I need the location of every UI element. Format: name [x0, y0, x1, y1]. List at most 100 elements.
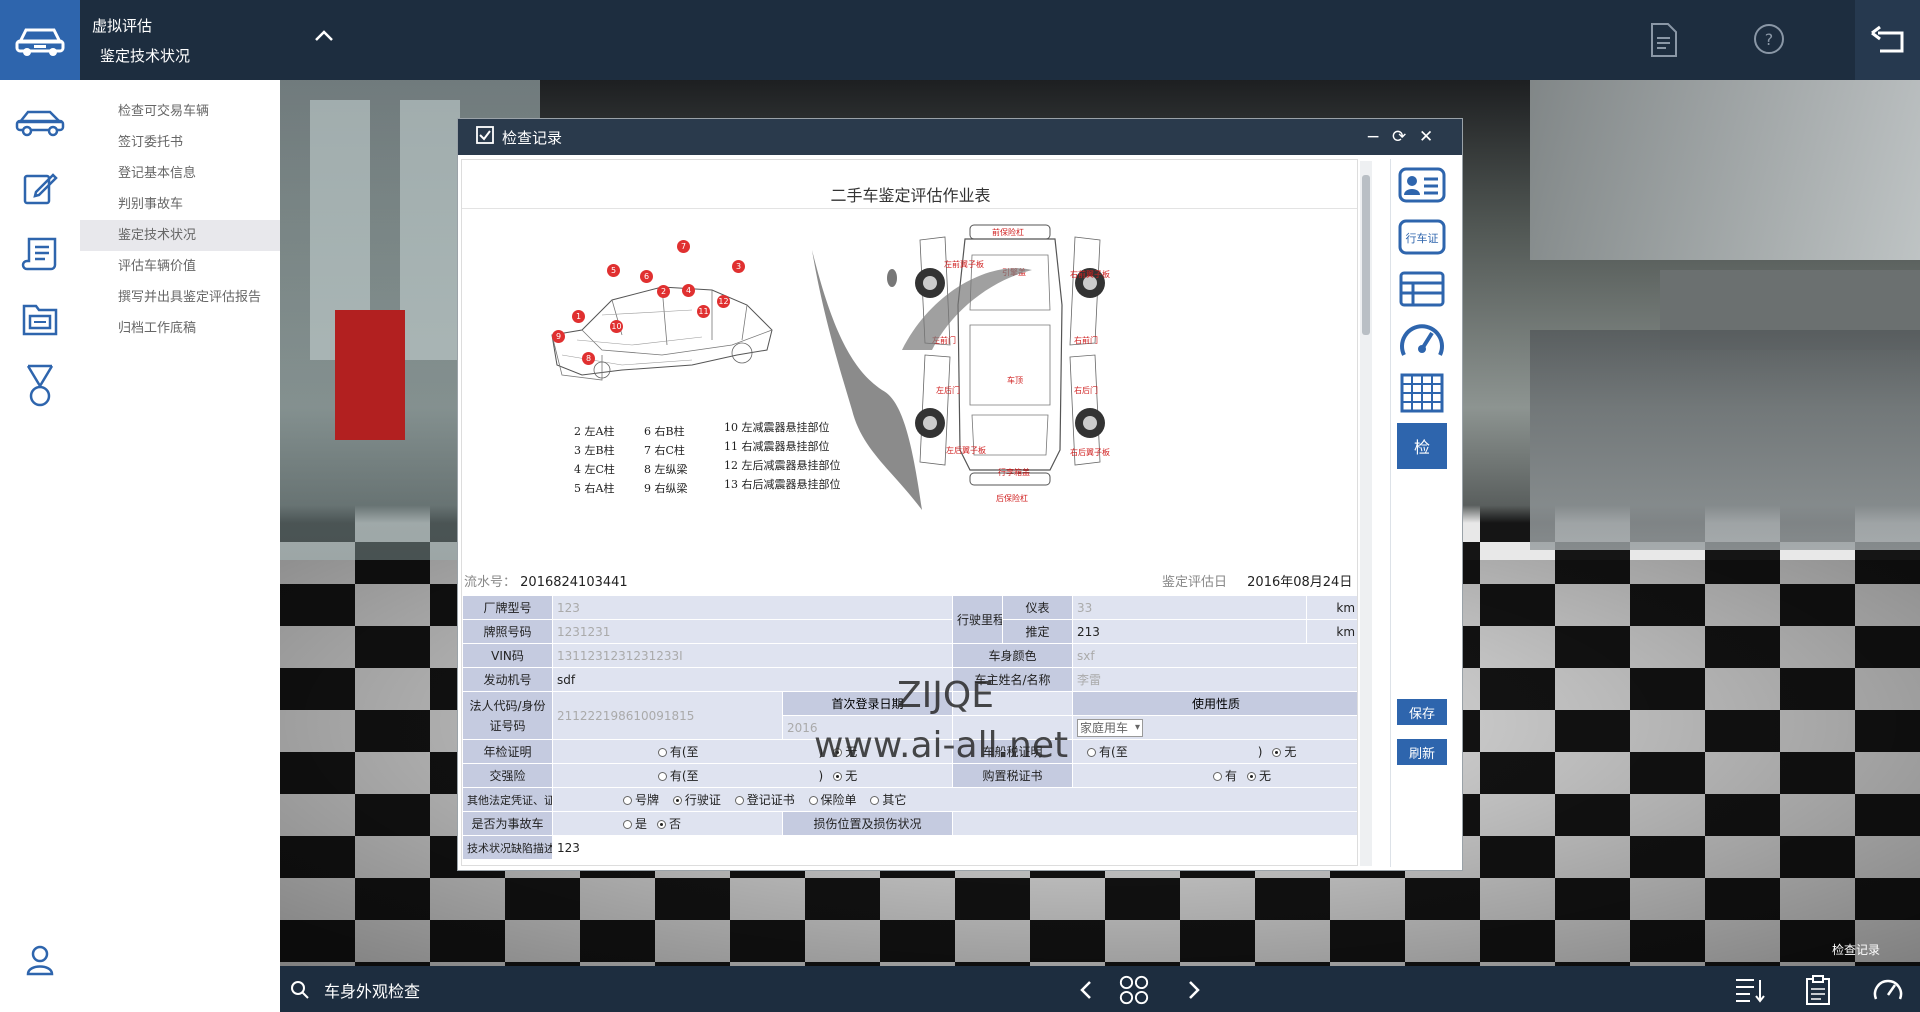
other-policy-radio[interactable] [808, 796, 818, 805]
edit-icon[interactable] [12, 164, 68, 212]
damage-marker[interactable]: 6 [640, 270, 653, 283]
archive-folder-icon[interactable] [12, 296, 68, 344]
mileage-label: 行驶里程 [952, 595, 1004, 644]
damage-marker[interactable]: 12 [717, 295, 730, 308]
car-part-label[interactable]: 右后翼子板 [1070, 448, 1110, 458]
top-bar: 虚拟评估 鉴定技术状况 ? [0, 0, 1920, 80]
chevron-up-icon[interactable] [313, 28, 335, 48]
dialog-title: 检查记录 [502, 128, 563, 147]
sidebar-item-archive[interactable]: 归档工作底稿 [80, 313, 280, 344]
medal-icon[interactable] [12, 362, 68, 410]
id-card-icon[interactable] [1397, 163, 1447, 207]
damage-marker[interactable]: 5 [607, 264, 620, 277]
damage-marker[interactable]: 1 [572, 310, 585, 323]
car-part-label[interactable]: 右前门 [1074, 336, 1098, 346]
vin-field[interactable]: 1311231231231233I [551, 643, 954, 668]
restore-icon[interactable]: ⟳ [1392, 127, 1406, 147]
car-part-label[interactable]: 右前翼子板 [1070, 270, 1110, 280]
sidebar-item-sign-entrust[interactable]: 签订委托书 [80, 127, 280, 158]
scene-workbench [1530, 330, 1920, 550]
sidebar-item-identify-accident[interactable]: 判别事故车 [80, 189, 280, 220]
close-icon[interactable]: ✕ [1419, 127, 1433, 147]
help-icon[interactable]: ? [1752, 22, 1786, 60]
annual-label: 年检证明 [462, 739, 553, 764]
purchase-none-radio[interactable] [1247, 772, 1257, 781]
accident-yes-text: 是 [635, 817, 648, 831]
tax-has-radio[interactable] [1087, 748, 1097, 757]
legend-item: 10 左减震器悬挂部位 [724, 421, 830, 434]
page-subtitle: 鉴定技术状况 [100, 47, 191, 65]
damage-marker[interactable]: 3 [732, 260, 745, 273]
purchase-none-text: 无 [1259, 769, 1272, 783]
insure-has-radio[interactable] [657, 772, 667, 781]
other-license-text: 行驶证 [684, 793, 721, 807]
damage-marker[interactable]: 2 [657, 285, 670, 298]
grid-dots-icon[interactable] [1118, 974, 1150, 1006]
purchase-has-radio[interactable] [1213, 772, 1223, 781]
search-icon[interactable] [290, 980, 310, 1004]
speedometer-check-icon[interactable] [1872, 974, 1904, 1006]
save-button[interactable]: 保存 [1397, 699, 1447, 725]
purchase-tax-label: 购置税证书 [952, 763, 1074, 788]
color-label: 车身颜色 [952, 643, 1074, 668]
user-icon[interactable] [12, 936, 68, 984]
model-label: 厂牌型号 [462, 595, 553, 620]
accident-yes-radio[interactable] [623, 820, 632, 829]
damage-marker[interactable]: 8 [582, 352, 595, 365]
annual-has-radio[interactable] [657, 748, 667, 757]
scrollbar-thumb[interactable] [1362, 175, 1370, 335]
estimate-field[interactable]: 213 [1072, 619, 1308, 644]
model-field[interactable]: 123 [551, 595, 954, 620]
estimate-unit: km [1306, 619, 1357, 644]
checkbox-icon [476, 126, 494, 148]
table-list-icon[interactable] [1397, 267, 1447, 311]
scene-record-label: 检查记录 [1831, 943, 1880, 957]
car-part-label[interactable]: 前保险杠 [992, 228, 1024, 238]
damage-marker[interactable]: 7 [677, 240, 690, 253]
owner-field[interactable]: 李雷 [1072, 667, 1357, 692]
driving-license-icon[interactable]: 行车证 [1397, 215, 1447, 259]
car-check-icon[interactable] [12, 98, 68, 146]
sidebar-item-tech-condition[interactable]: 鉴定技术状况 [80, 220, 280, 251]
tax-none-radio[interactable] [1272, 748, 1282, 757]
engine-field[interactable]: sdf [551, 667, 954, 692]
legal-id-field[interactable]: 211222198610091815 [552, 691, 783, 740]
speedometer-icon[interactable] [1397, 319, 1447, 363]
other-license-radio[interactable] [672, 796, 682, 805]
chevron-right-icon[interactable] [1178, 974, 1210, 1006]
damage-marker[interactable]: 11 [697, 305, 710, 318]
clipboard-icon[interactable] [1802, 974, 1834, 1006]
refresh-button[interactable]: 刷新 [1397, 739, 1447, 765]
plate-field[interactable]: 1231231 [551, 619, 954, 644]
sort-list-icon[interactable] [1734, 974, 1766, 1006]
insure-none-radio[interactable] [833, 772, 843, 781]
scroll-document-icon[interactable] [12, 230, 68, 278]
minimize-icon[interactable]: − [1366, 127, 1380, 147]
sidebar-item-check-vehicle[interactable]: 检查可交易车辆 [80, 96, 280, 127]
back-icon[interactable] [1855, 0, 1920, 80]
document-export-icon[interactable] [1648, 22, 1682, 62]
damage-marker[interactable]: 10 [610, 320, 623, 333]
other-plate-radio[interactable] [623, 796, 632, 805]
meter-field[interactable]: 33 [1072, 595, 1308, 620]
other-else-text: 其它 [882, 793, 907, 807]
chevron-left-icon[interactable] [1070, 974, 1102, 1006]
usage-select[interactable]: 家庭用车 [1077, 718, 1144, 737]
car-logo-icon[interactable] [0, 0, 80, 80]
damage-marker[interactable]: 4 [682, 284, 695, 297]
color-field[interactable]: sxf [1072, 643, 1357, 668]
sheet-scrollbar[interactable] [1360, 161, 1372, 866]
accident-no-radio[interactable] [657, 820, 667, 829]
other-else-radio[interactable] [870, 796, 880, 805]
car-part-label[interactable]: 右后门 [1074, 386, 1098, 396]
sidebar-item-register-info[interactable]: 登记基本信息 [80, 158, 280, 189]
defect-field[interactable]: 123 [551, 835, 1357, 860]
sidebar-item-write-report[interactable]: 撰写并出具鉴定评估报告 [80, 282, 280, 313]
damage-marker[interactable]: 9 [552, 330, 565, 343]
inspection-record-dialog: 检查记录 − ⟳ ✕ 二手车鉴定评估作业表 7 5 6 2 3 4 1 12 10 11 9 8 [457, 118, 1463, 871]
other-register-radio[interactable] [734, 796, 744, 805]
grid-table-icon[interactable] [1397, 371, 1447, 415]
inspect-button[interactable]: 检 [1397, 423, 1447, 469]
watermark-text: ZIJQE [897, 675, 994, 716]
sidebar-item-evaluate-value[interactable]: 评估车辆价值 [80, 251, 280, 282]
